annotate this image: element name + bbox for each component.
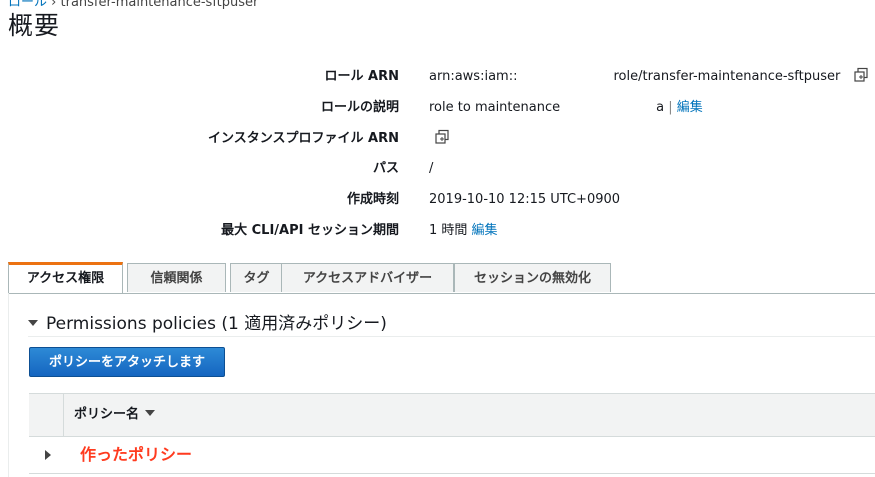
table-row: 作ったポリシー [29,437,875,474]
caret-down-icon [28,320,38,326]
attach-policy-button[interactable]: ポリシーをアタッチします [29,347,225,377]
tab-permissions[interactable]: アクセス権限 [8,262,123,293]
policies-table: ポリシー名 作ったポリシー [29,393,875,474]
policy-name[interactable]: 作ったポリシー [80,437,192,473]
max-session-duration: 1 時間 [429,223,468,238]
table-header: ポリシー名 [29,393,875,437]
path-label: パス [372,161,399,176]
copy-icon[interactable] [434,129,450,145]
role-arn-row: ロール ARN arn:aws:iam:: role/transfer-maint… [0,64,875,90]
role-arn-prefix: arn:aws:iam:: [429,69,518,84]
role-description-text: role to maintenance [429,100,561,115]
instance-profile-row: インスタンスプロファイル ARN [0,126,875,152]
edit-max-session-link[interactable]: 編集 [472,223,498,238]
edit-description-link[interactable]: 編集 [677,100,703,115]
created-label: 作成時刻 [346,192,399,207]
instance-profile-label: インスタンスプロファイル ARN [208,131,399,146]
permissions-policies-header[interactable]: Permissions policies (1 適用済みポリシー) [28,309,387,334]
role-description-row: ロールの説明 role to maintenance a | 編集 [0,95,875,121]
breadcrumb-current: transfer-maintenance-sftpuser [60,0,259,10]
tab-access-advisor[interactable]: アクセスアドバイザー [281,263,454,292]
created-row: 作成時刻 2019-10-10 12:15 UTC+0900 [0,187,875,213]
tab-tags[interactable]: タグ [230,263,283,292]
divider [28,336,875,337]
expand-row-icon[interactable] [45,450,51,460]
role-arn-value: arn:aws:iam:: role/transfer-maintenance-s… [429,64,869,90]
role-tabs: アクセス権限 信頼関係 タグ アクセスアドバイザー セッションの無効化 [8,262,875,294]
tab-trust-relationships[interactable]: 信頼関係 [127,263,226,292]
path-value: / [429,161,434,176]
created-value: 2019-10-10 12:15 UTC+0900 [429,192,621,207]
instance-profile-value [434,126,450,152]
policy-name-header-label: ポリシー名 [74,407,140,422]
max-session-label: 最大 CLI/API セッション期間 [221,223,399,238]
sort-caret-icon[interactable] [145,410,156,416]
permissions-policies-title: Permissions policies (1 適用済みポリシー) [46,314,387,334]
copy-icon[interactable] [853,67,869,83]
separator: | [668,100,673,115]
path-row: パス / [0,156,875,182]
max-session-row: 最大 CLI/API セッション期間 1 時間 編集 [0,218,875,244]
role-arn-label: ロール ARN [324,69,399,84]
role-arn-suffix: role/transfer-maintenance-sftpuser [613,69,841,84]
max-session-value: 1 時間 編集 [429,218,498,244]
page-title: 概要 [8,11,61,40]
policy-name-column-header[interactable]: ポリシー名 [74,394,156,436]
role-description-value: role to maintenance a | 編集 [429,95,703,121]
expander-column-header [29,394,64,436]
tab-revoke-sessions[interactable]: セッションの無効化 [454,263,611,292]
role-description-trail: a [656,100,665,115]
role-description-label: ロールの説明 [320,100,399,115]
